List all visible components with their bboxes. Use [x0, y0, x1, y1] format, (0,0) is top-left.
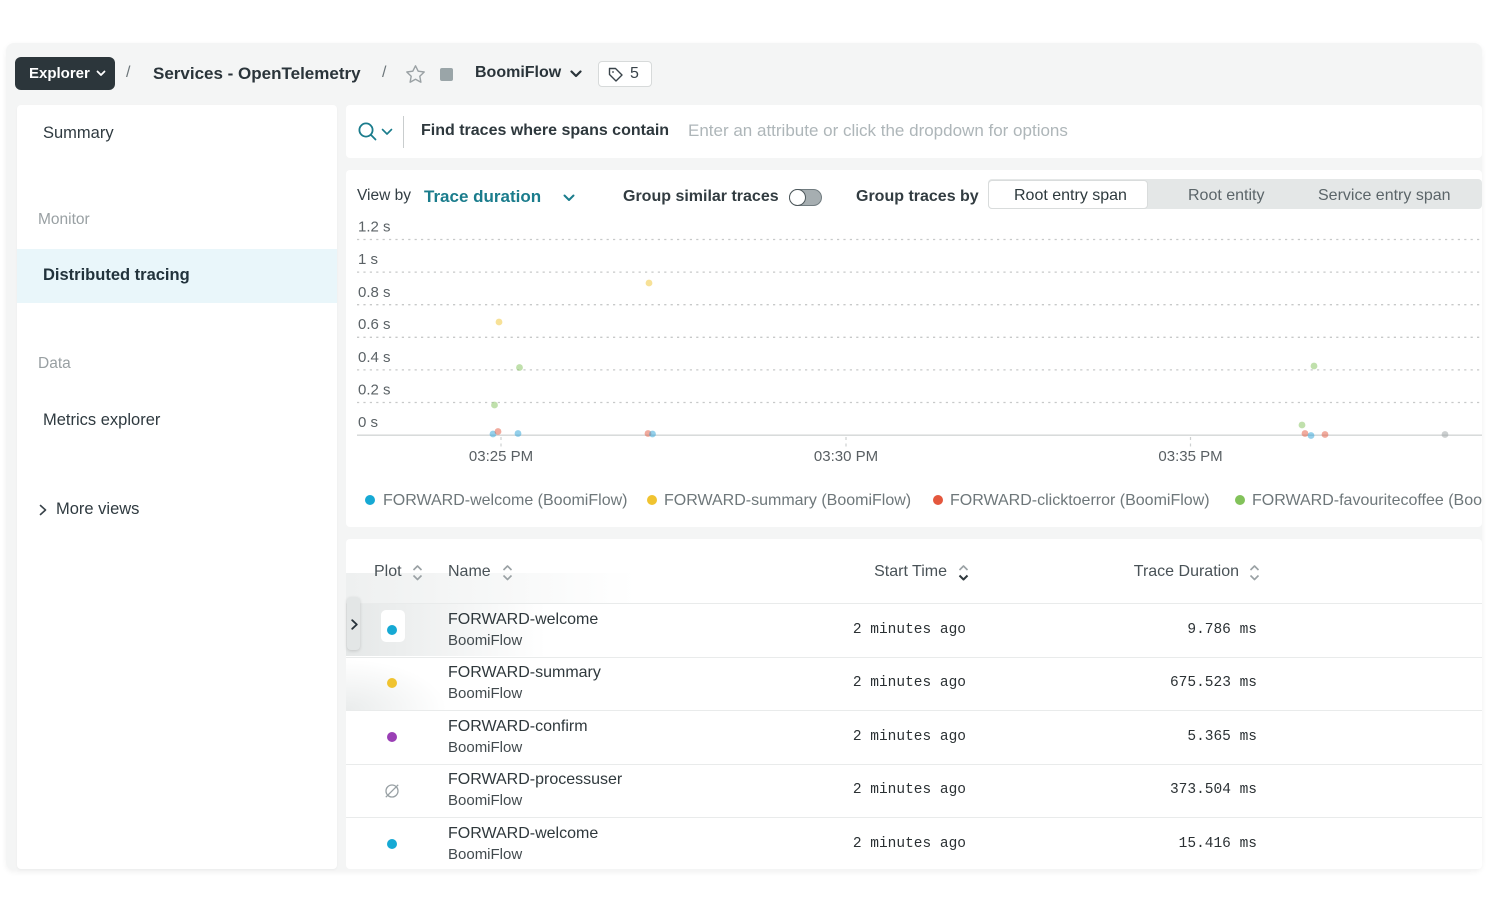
svg-text:0.8 s: 0.8 s — [358, 284, 391, 301]
svg-text:03:25 PM: 03:25 PM — [469, 448, 533, 465]
svg-text:0.6 s: 0.6 s — [358, 316, 391, 333]
svg-text:1 s: 1 s — [358, 251, 378, 268]
svg-text:0.2 s: 0.2 s — [358, 382, 391, 399]
svg-text:0.4 s: 0.4 s — [358, 349, 391, 366]
svg-text:1.2 s: 1.2 s — [358, 219, 391, 236]
svg-text:03:35 PM: 03:35 PM — [1158, 448, 1222, 465]
svg-text:03:30 PM: 03:30 PM — [814, 448, 878, 465]
svg-text:0 s: 0 s — [358, 414, 378, 431]
